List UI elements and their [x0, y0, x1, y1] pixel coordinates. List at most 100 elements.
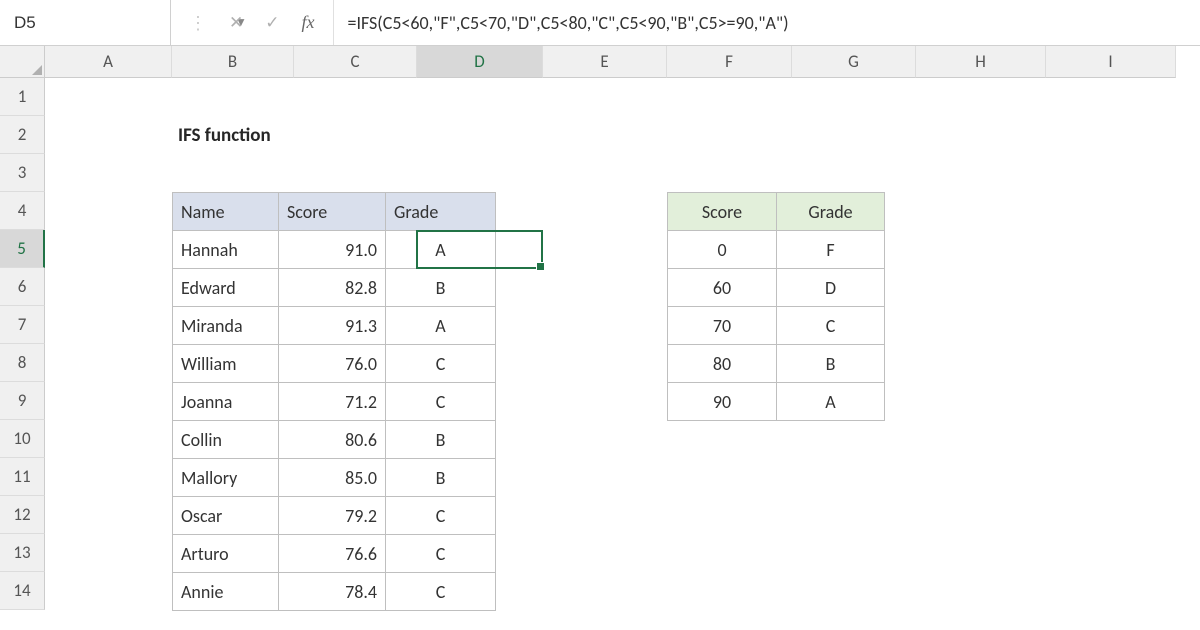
cell-score[interactable]: 71.2 [279, 383, 386, 421]
row-header-14[interactable]: 14 [0, 572, 45, 610]
column-header-i[interactable]: I [1046, 46, 1176, 78]
row-header-2[interactable]: 2 [0, 116, 45, 154]
cell-grade[interactable]: C [386, 535, 496, 573]
row-header-1[interactable]: 1 [0, 78, 45, 116]
sheet-title: IFS function [178, 124, 271, 147]
cell-name[interactable]: Mallory [173, 459, 279, 497]
table-row: 70C [668, 307, 885, 345]
cell-name[interactable]: Annie [173, 573, 279, 611]
row-header-12[interactable]: 12 [0, 496, 45, 534]
table-row: Arturo76.6C [173, 535, 496, 573]
row-header-11[interactable]: 11 [0, 458, 45, 496]
column-headers: ABCDEFGHI [45, 46, 1176, 78]
formula-input[interactable] [334, 0, 1200, 45]
row-header-13[interactable]: 13 [0, 534, 45, 572]
cell-name[interactable]: Collin [173, 421, 279, 459]
header-score[interactable]: Score [668, 193, 777, 231]
column-header-f[interactable]: F [667, 46, 792, 78]
cell-score[interactable]: 76.0 [279, 345, 386, 383]
table-row: Annie78.4C [173, 573, 496, 611]
table-row: Mallory85.0B [173, 459, 496, 497]
select-all-corner[interactable] [0, 46, 45, 78]
row-header-6[interactable]: 6 [0, 268, 45, 306]
separator-icon: ⋮ [189, 14, 207, 32]
column-header-g[interactable]: G [792, 46, 916, 78]
cell-score[interactable]: 60 [668, 269, 777, 307]
cell-score[interactable]: 91.3 [279, 307, 386, 345]
row-headers: 1234567891011121314 [0, 78, 45, 630]
cell-score[interactable]: 80 [668, 345, 777, 383]
row-header-8[interactable]: 8 [0, 344, 45, 382]
header-name[interactable]: Name [173, 193, 279, 231]
row-header-3[interactable]: 3 [0, 154, 45, 192]
table-row: 90A [668, 383, 885, 421]
column-header-b[interactable]: B [172, 46, 294, 78]
cell-grade[interactable]: C [386, 573, 496, 611]
grades-table: Name Score Grade Hannah91.0AEdward82.8BM… [172, 192, 496, 611]
row-header-4[interactable]: 4 [0, 192, 45, 230]
cell-grade[interactable]: A [386, 307, 496, 345]
cell-grade[interactable]: C [386, 345, 496, 383]
cell-grade[interactable]: C [386, 383, 496, 421]
cell-score[interactable]: 80.6 [279, 421, 386, 459]
column-header-h[interactable]: H [916, 46, 1046, 78]
cell-score[interactable]: 82.8 [279, 269, 386, 307]
cell-score[interactable]: 0 [668, 231, 777, 269]
cell-name[interactable]: William [173, 345, 279, 383]
formula-bar-buttons: ⋮ ✕ ✓ fx [171, 0, 334, 45]
cancel-icon[interactable]: ✕ [229, 12, 243, 33]
row-header-5[interactable]: 5 [0, 230, 45, 268]
cell-name[interactable]: Joanna [173, 383, 279, 421]
cell-score[interactable]: 76.6 [279, 535, 386, 573]
table-row: Hannah91.0A [173, 231, 496, 269]
header-grade[interactable]: Grade [777, 193, 885, 231]
header-score[interactable]: Score [279, 193, 386, 231]
cell-name[interactable]: Edward [173, 269, 279, 307]
cell-score[interactable]: 78.4 [279, 573, 386, 611]
cell-grade[interactable]: B [777, 345, 885, 383]
cell-name[interactable]: Oscar [173, 497, 279, 535]
formula-bar: ▼ ⋮ ✕ ✓ fx [0, 0, 1200, 46]
cell-score[interactable]: 91.0 [279, 231, 386, 269]
table-row: Oscar79.2C [173, 497, 496, 535]
table-row: Edward82.8B [173, 269, 496, 307]
table-row: 80B [668, 345, 885, 383]
table-row: 0F [668, 231, 885, 269]
column-header-d[interactable]: D [417, 46, 543, 78]
cell-grade[interactable]: F [777, 231, 885, 269]
header-grade[interactable]: Grade [386, 193, 496, 231]
enter-icon[interactable]: ✓ [265, 12, 279, 33]
lookup-table: Score Grade 0F60D70C80B90A [667, 192, 885, 421]
table-row: Name Score Grade [173, 193, 496, 231]
table-row: William76.0C [173, 345, 496, 383]
cell-score[interactable]: 70 [668, 307, 777, 345]
cell-score[interactable]: 90 [668, 383, 777, 421]
cell-grade[interactable]: B [386, 269, 496, 307]
cell-grade[interactable]: D [777, 269, 885, 307]
table-row: Miranda91.3A [173, 307, 496, 345]
name-box-container[interactable]: ▼ [0, 0, 171, 46]
row-header-10[interactable]: 10 [0, 420, 45, 458]
table-row: 60D [668, 269, 885, 307]
cell-grade[interactable]: C [777, 307, 885, 345]
cell-name[interactable]: Miranda [173, 307, 279, 345]
cell-score[interactable]: 79.2 [279, 497, 386, 535]
cell-grade[interactable]: B [386, 421, 496, 459]
row-header-7[interactable]: 7 [0, 306, 45, 344]
table-row: Collin80.6B [173, 421, 496, 459]
fx-icon[interactable]: fx [302, 12, 315, 33]
cell-name[interactable]: Arturo [173, 535, 279, 573]
cell-grade[interactable]: A [386, 231, 496, 269]
table-row: Joanna71.2C [173, 383, 496, 421]
cell-name[interactable]: Hannah [173, 231, 279, 269]
cell-score[interactable]: 85.0 [279, 459, 386, 497]
cell-grade[interactable]: A [777, 383, 885, 421]
cell-grade[interactable]: B [386, 459, 496, 497]
column-header-c[interactable]: C [294, 46, 417, 78]
table-row: Score Grade [668, 193, 885, 231]
cell-grade[interactable]: C [386, 497, 496, 535]
row-header-9[interactable]: 9 [0, 382, 45, 420]
column-header-e[interactable]: E [543, 46, 667, 78]
column-header-a[interactable]: A [45, 46, 172, 78]
cells-area[interactable]: IFS function Name Score Grade Hannah91.0… [45, 78, 1176, 630]
